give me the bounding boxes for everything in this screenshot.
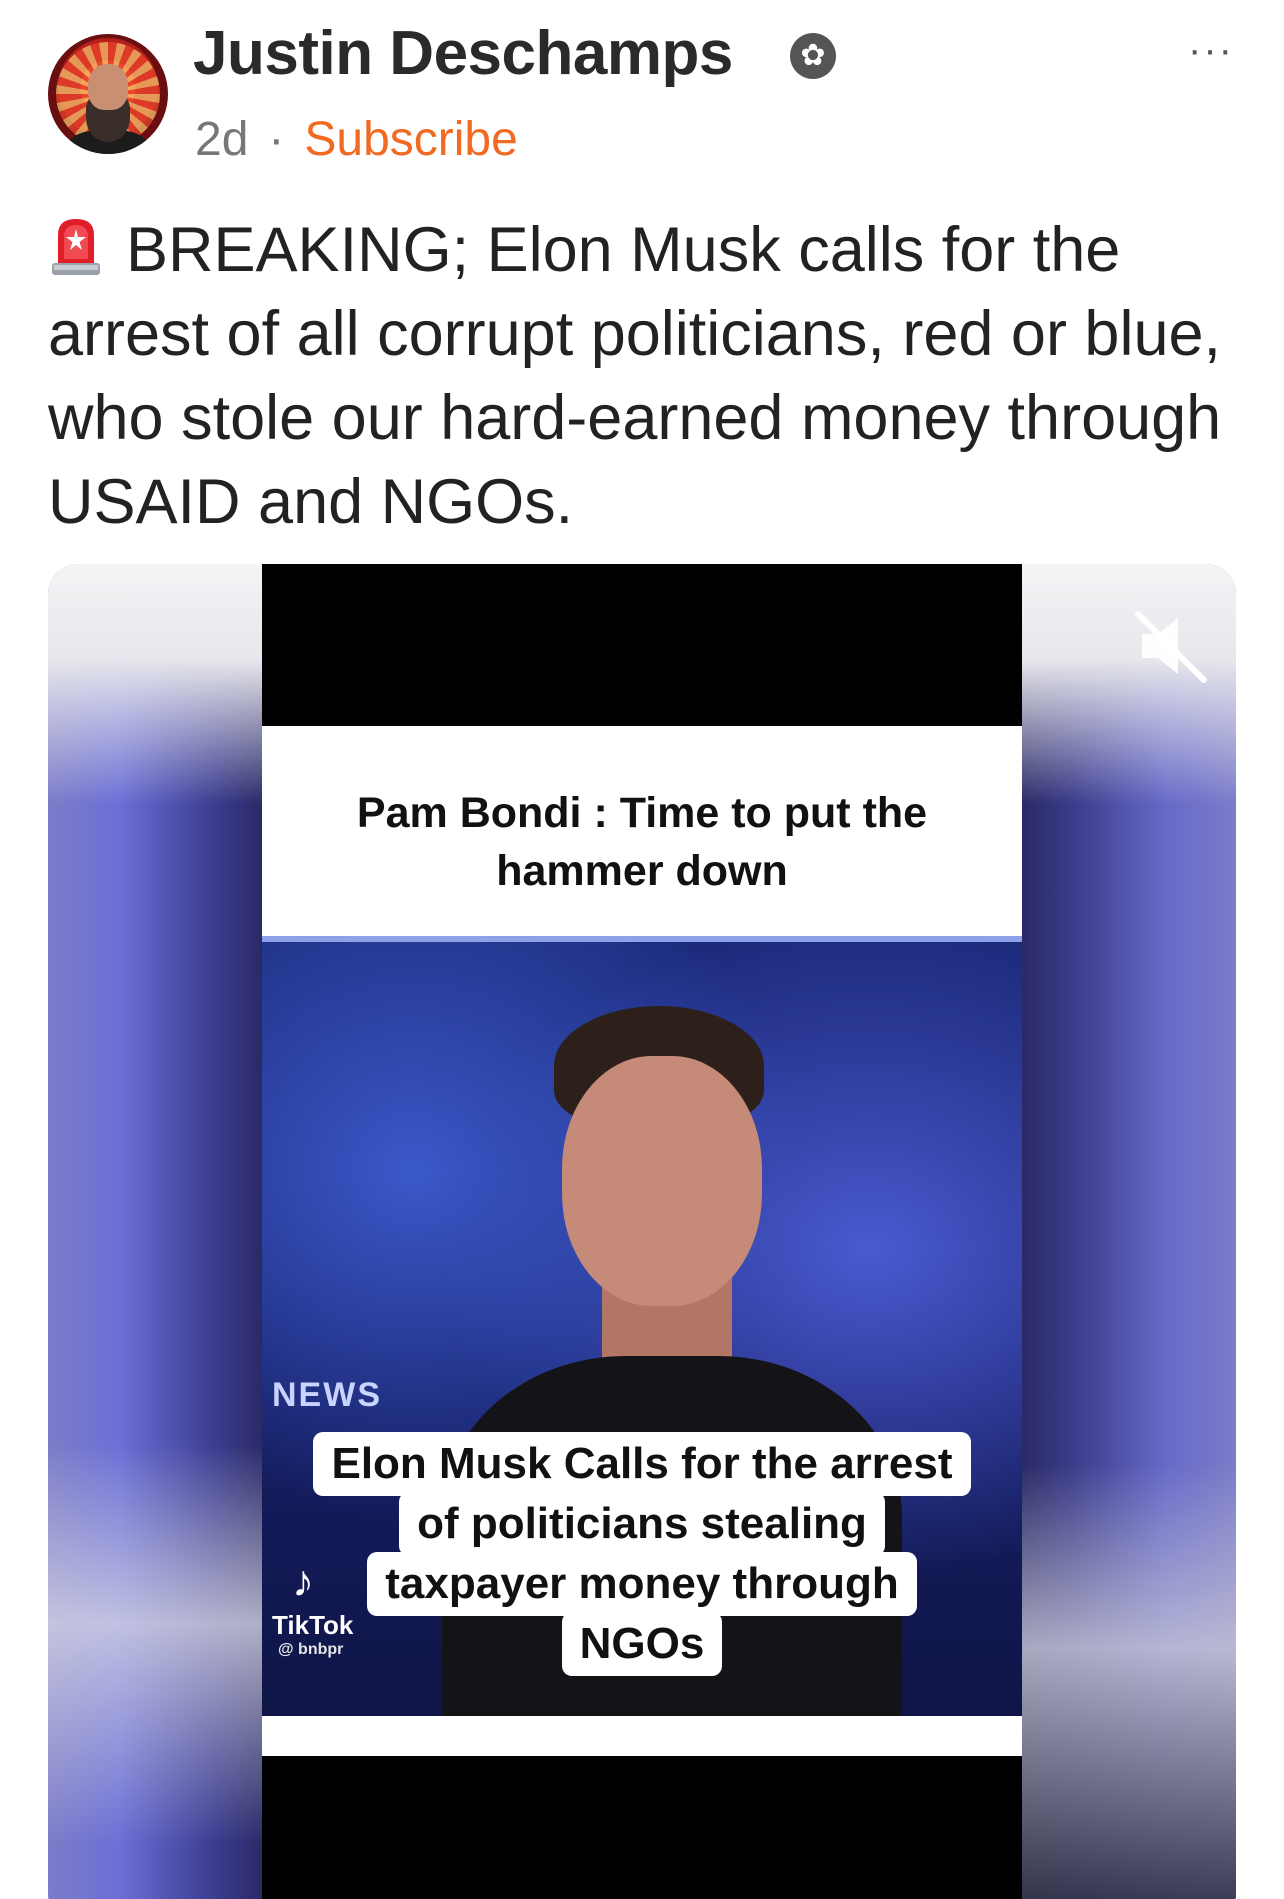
caption-line: taxpayer money through bbox=[367, 1552, 917, 1616]
post-time: 2d bbox=[195, 113, 249, 166]
caption-line: NGOs bbox=[561, 1612, 723, 1676]
video-headline: Pam Bondi : Time to put the hammer down bbox=[356, 789, 928, 895]
caption-line: Elon Musk Calls for the arrest bbox=[313, 1432, 971, 1496]
news-watermark: NEWS bbox=[272, 1376, 382, 1414]
speaker-muted-icon[interactable] bbox=[1128, 604, 1212, 688]
post-text: BREAKING; Elon Musk calls for the arrest… bbox=[48, 208, 1238, 544]
verified-badge-icon: ✿ bbox=[790, 33, 836, 79]
subscribe-link[interactable]: Subscribe bbox=[304, 113, 517, 166]
post-body-text: BREAKING; Elon Musk calls for the arrest… bbox=[48, 215, 1222, 537]
video-frame: Pam Bondi : Time to put the hammer down … bbox=[262, 564, 1022, 1899]
caption-line: of politicians stealing bbox=[399, 1492, 885, 1556]
post-meta: 2d · Subscribe bbox=[195, 112, 518, 167]
siren-icon bbox=[48, 213, 104, 277]
video-caption: Elon Musk Calls for the arrest of politi… bbox=[262, 1432, 1022, 1676]
more-options-button[interactable]: ··· bbox=[1188, 28, 1234, 73]
avatar[interactable] bbox=[48, 34, 168, 154]
video-player[interactable]: Pam Bondi : Time to put the hammer down … bbox=[48, 564, 1236, 1899]
post-card: Justin Deschamps ✿ ··· 2d · Subscribe BREA… bbox=[0, 0, 1284, 1899]
author-name[interactable]: Justin Deschamps bbox=[193, 18, 733, 89]
meta-separator: · bbox=[268, 113, 285, 166]
